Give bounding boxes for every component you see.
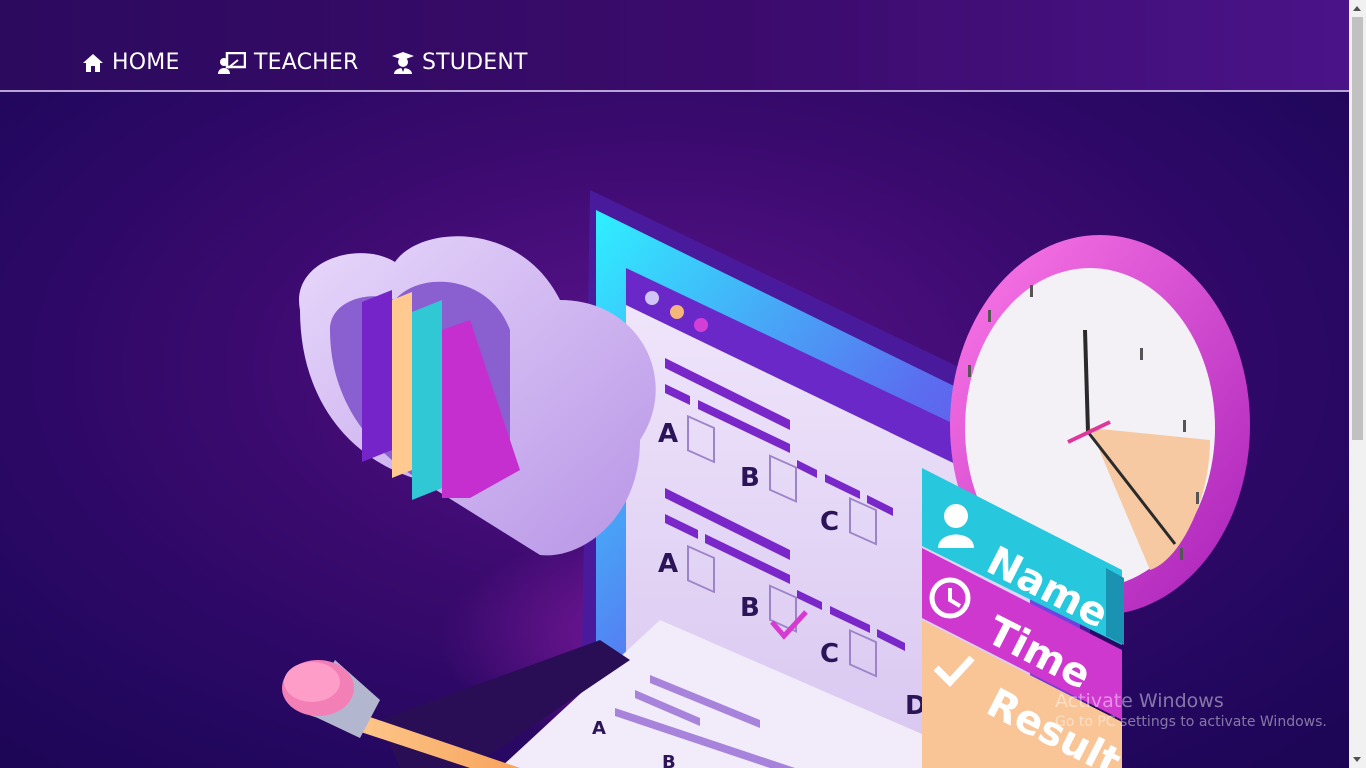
- student-icon: [392, 51, 414, 74]
- paper-option-a: A: [592, 718, 606, 739]
- watermark-subtitle: Go to PC settings to activate Windows.: [1055, 714, 1327, 730]
- hero-illustration: A B C A B C D A B Name Time Result: [282, 190, 1250, 768]
- scroll-thumb[interactable]: [1352, 17, 1363, 440]
- nav-home-label: HOME: [112, 50, 180, 75]
- home-icon: [82, 53, 104, 73]
- option-b-1: B: [740, 463, 760, 493]
- nav-student[interactable]: STUDENT: [392, 50, 528, 75]
- nav-home[interactable]: HOME: [82, 50, 180, 75]
- nav-teacher-label: TEACHER: [254, 50, 359, 75]
- activate-windows-watermark: Activate Windows Go to PC settings to ac…: [1055, 690, 1327, 730]
- window-dot-3: [694, 318, 708, 332]
- nav-student-label: STUDENT: [422, 50, 528, 75]
- page-viewport: A B C A B C D A B Name Time Result HOME …: [0, 0, 1349, 768]
- option-c-1: C: [820, 507, 839, 537]
- window-dot-2: [670, 305, 684, 319]
- paper-option-b: B: [662, 752, 676, 768]
- option-a-1: A: [658, 419, 678, 449]
- vertical-scrollbar[interactable]: [1349, 0, 1366, 768]
- teacher-icon: [218, 51, 246, 74]
- scroll-down-arrow-icon[interactable]: [1353, 757, 1361, 762]
- option-c-2: C: [820, 639, 839, 669]
- top-navbar: HOME TEACHER STUDENT: [0, 0, 1349, 92]
- option-a-2: A: [658, 549, 678, 579]
- option-b-2: B: [740, 593, 760, 623]
- scroll-up-arrow-icon[interactable]: [1353, 6, 1361, 11]
- watermark-title: Activate Windows: [1055, 690, 1224, 712]
- window-dot-1: [645, 291, 659, 305]
- nav-teacher[interactable]: TEACHER: [218, 50, 359, 75]
